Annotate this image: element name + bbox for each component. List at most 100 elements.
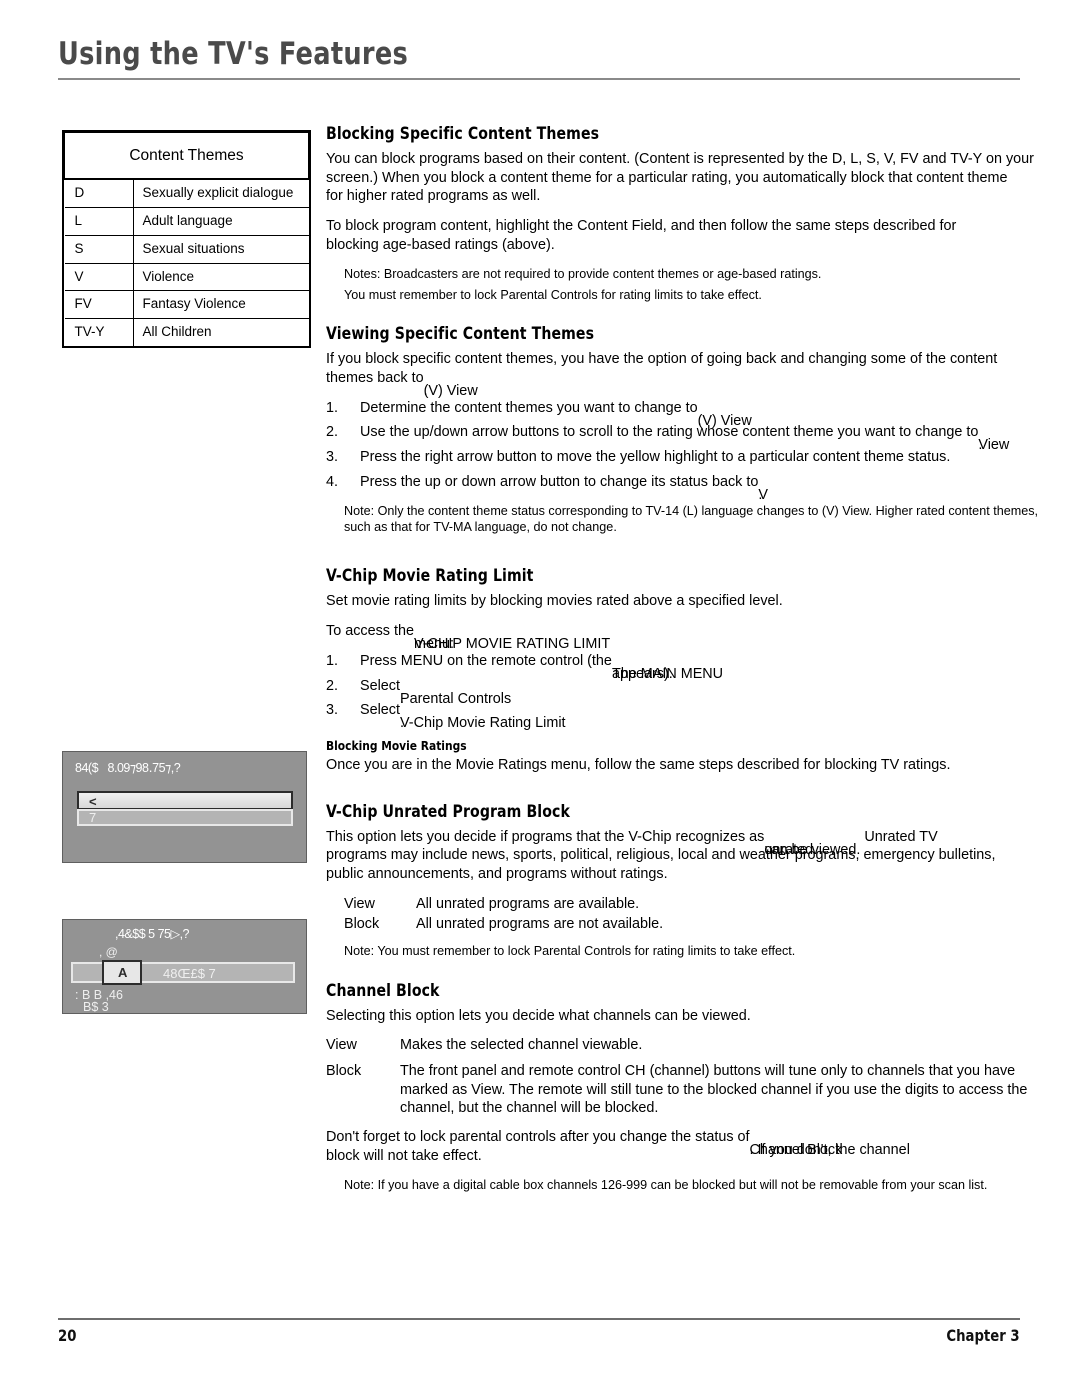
step-text: Press MENU on the remote control (the bbox=[360, 652, 612, 669]
unrated-program-block-screenshot: 84($8.09⁊98․75⁊,? < 7 bbox=[62, 751, 307, 863]
definition-list-unrated: View All unrated programs are available.… bbox=[326, 895, 1080, 933]
note-text: You must remember to lock Parental Contr… bbox=[344, 287, 762, 302]
note-text: Note: Only the content theme status corr… bbox=[326, 503, 1080, 536]
note-text: Notes: Broadcasters are not required to … bbox=[344, 266, 822, 281]
theme-desc: Sexual situations bbox=[132, 234, 309, 264]
step-text: Select bbox=[360, 677, 400, 694]
paragraph: You can block programs based on their co… bbox=[326, 150, 1080, 206]
text-line: Note: Only the content theme status corr… bbox=[344, 503, 1038, 518]
theme-desc: Sexually explicit dialogue bbox=[132, 178, 309, 208]
note-text: Note: If you have a digital cable box ch… bbox=[344, 1177, 988, 1192]
section-heading-unrated-program-block: V-Chip Unrated Program Block bbox=[326, 801, 570, 821]
channel-cell-value: A bbox=[118, 965, 128, 980]
list-item: 1. Press MENU on the remote control (the… bbox=[326, 652, 1080, 682]
theme-code: TV-Y bbox=[64, 318, 134, 347]
text-line: programs may include news, sports, polit… bbox=[326, 847, 996, 864]
step-text: Determine the content themes you want to… bbox=[360, 399, 698, 416]
text-line: block will not take effect. bbox=[326, 1147, 482, 1164]
theme-desc: Fantasy Violence bbox=[132, 290, 309, 320]
definition-list-channel: View Makes the selected channel viewable… bbox=[326, 1036, 1080, 1118]
footer-divider bbox=[58, 1318, 1020, 1320]
screenshot-title: 84($8.09⁊98․75⁊,? bbox=[75, 761, 181, 775]
content-themes-caption: Content Themes bbox=[64, 132, 309, 181]
table-row: FV Fantasy Violence bbox=[64, 290, 309, 320]
step-number: 3. bbox=[326, 702, 339, 719]
text-line: Don't forget to lock parental controls a… bbox=[326, 1129, 750, 1146]
step-text: Select bbox=[360, 702, 400, 719]
menu-row: 7 bbox=[77, 809, 293, 826]
text-line: such as that for TV-MA language, do not … bbox=[344, 519, 617, 534]
table-row: S Sexual situations bbox=[64, 234, 309, 264]
text-line: You can block programs based on their co… bbox=[326, 151, 1034, 167]
step-number: 4. bbox=[326, 473, 339, 490]
list-item: 1. Determine the content themes you want… bbox=[326, 399, 1080, 429]
text-line: This option lets you decide if programs … bbox=[326, 828, 765, 845]
overlap-text: . If you don't, the channel bbox=[749, 1142, 910, 1159]
paragraph: Don't forget to lock parental controls a… bbox=[326, 1128, 1080, 1165]
table-row: TV-Y All Children bbox=[64, 318, 309, 347]
theme-desc: Adult language bbox=[132, 206, 309, 236]
subsection-heading-blocking-movie-ratings: Blocking Movie Ratings bbox=[326, 737, 467, 753]
page-footer: 20 Chapter 3 bbox=[58, 1326, 1020, 1345]
definition-text: All unrated programs are not available. bbox=[416, 915, 664, 932]
theme-desc: All Children bbox=[132, 318, 309, 347]
definition-term: Block bbox=[326, 1063, 362, 1080]
channel-row-text: 48Œ£$ 7 bbox=[163, 966, 216, 981]
table-caption-row: Content Themes bbox=[64, 132, 309, 181]
paragraph: To block program content, highlight the … bbox=[326, 217, 1080, 254]
overlap-text: V-Chip Movie Rating Limit bbox=[400, 715, 566, 732]
step-text: Press the up or down arrow button to cha… bbox=[360, 473, 759, 490]
text-line: To block program content, highlight the … bbox=[326, 218, 957, 235]
list-item: 3. Select V-Chip Movie Rating Limit. bbox=[326, 701, 1080, 731]
steps-list-movie-rating: 1. Press MENU on the remote control (the… bbox=[326, 652, 1080, 731]
overlap-text: . bbox=[400, 715, 404, 732]
definition-term: View bbox=[326, 1037, 357, 1054]
paragraph: Selecting this option lets you decide wh… bbox=[326, 1007, 751, 1024]
step-text: Use the up/down arrow buttons to scroll … bbox=[360, 424, 979, 441]
screenshot-title: ,4&$$ 5 75▷,? bbox=[115, 927, 190, 941]
step-number: 2. bbox=[326, 677, 339, 694]
screenshot-footer-line-2: B$ 3 bbox=[83, 1000, 109, 1014]
step-text: Press the right arrow button to move the… bbox=[360, 449, 951, 466]
screenshot-sublabel: , @ bbox=[99, 945, 118, 959]
paragraph: If you block specific content themes, yo… bbox=[326, 350, 1080, 399]
overlap-text: Unrated TV bbox=[864, 828, 938, 845]
step-number: 1. bbox=[326, 652, 339, 669]
step-number: 2. bbox=[326, 424, 339, 441]
text-line: screen.) When you block a content theme … bbox=[326, 169, 1008, 186]
definition-row: View All unrated programs are available. bbox=[326, 895, 1080, 914]
list-item: 2. Select Parental Controls. bbox=[326, 677, 1080, 707]
overlap-text: . bbox=[758, 486, 763, 503]
list-item: 4. Press the up or down arrow button to … bbox=[326, 473, 1080, 503]
theme-code: FV bbox=[64, 290, 134, 320]
content-themes-table: Content Themes D Sexually explicit dialo… bbox=[62, 130, 311, 349]
section-heading-viewing-content-themes: Viewing Specific Content Themes bbox=[326, 324, 595, 344]
definition-row: View Makes the selected channel viewable… bbox=[326, 1036, 1080, 1055]
page-number: 20 bbox=[58, 1326, 77, 1345]
step-number: 1. bbox=[326, 399, 339, 416]
main-content-column: Blocking Specific Content Themes You can… bbox=[326, 124, 1080, 1198]
steps-list-viewing: 1. Determine the content themes you want… bbox=[326, 399, 1080, 503]
definition-text: marked as View. The remote will still tu… bbox=[400, 1081, 1028, 1098]
table-row: V Violence bbox=[64, 262, 309, 292]
step-number: 3. bbox=[326, 449, 339, 466]
section-heading-movie-rating-limit: V-Chip Movie Rating Limit bbox=[326, 566, 534, 586]
text-line: blocking age-based ratings (above). bbox=[326, 236, 555, 253]
theme-code: D bbox=[64, 178, 134, 208]
section-heading-blocking-content-themes: Blocking Specific Content Themes bbox=[326, 124, 600, 143]
page-title: Using the TV's Features bbox=[58, 36, 409, 72]
text-line: for higher rated programs as well. bbox=[326, 188, 541, 205]
section-heading-channel-block: Channel Block bbox=[326, 980, 440, 1000]
definition-term: Block bbox=[344, 915, 380, 932]
paragraph: Set movie rating limits by blocking movi… bbox=[326, 593, 783, 610]
chapter-label: Chapter 3 bbox=[946, 1326, 1020, 1345]
overlap-text: can be viewed. bbox=[764, 841, 861, 858]
theme-code: S bbox=[64, 234, 134, 264]
definition-text: All unrated programs are available. bbox=[416, 895, 640, 912]
text-line: If you block specific content themes, yo… bbox=[326, 351, 998, 368]
text-line: themes back to bbox=[326, 370, 424, 387]
note-text: Note: You must remember to lock Parental… bbox=[344, 944, 796, 959]
definition-row: Block All unrated programs are not avail… bbox=[326, 915, 1080, 934]
definition-term: View bbox=[344, 895, 375, 912]
header-divider bbox=[58, 78, 1020, 80]
